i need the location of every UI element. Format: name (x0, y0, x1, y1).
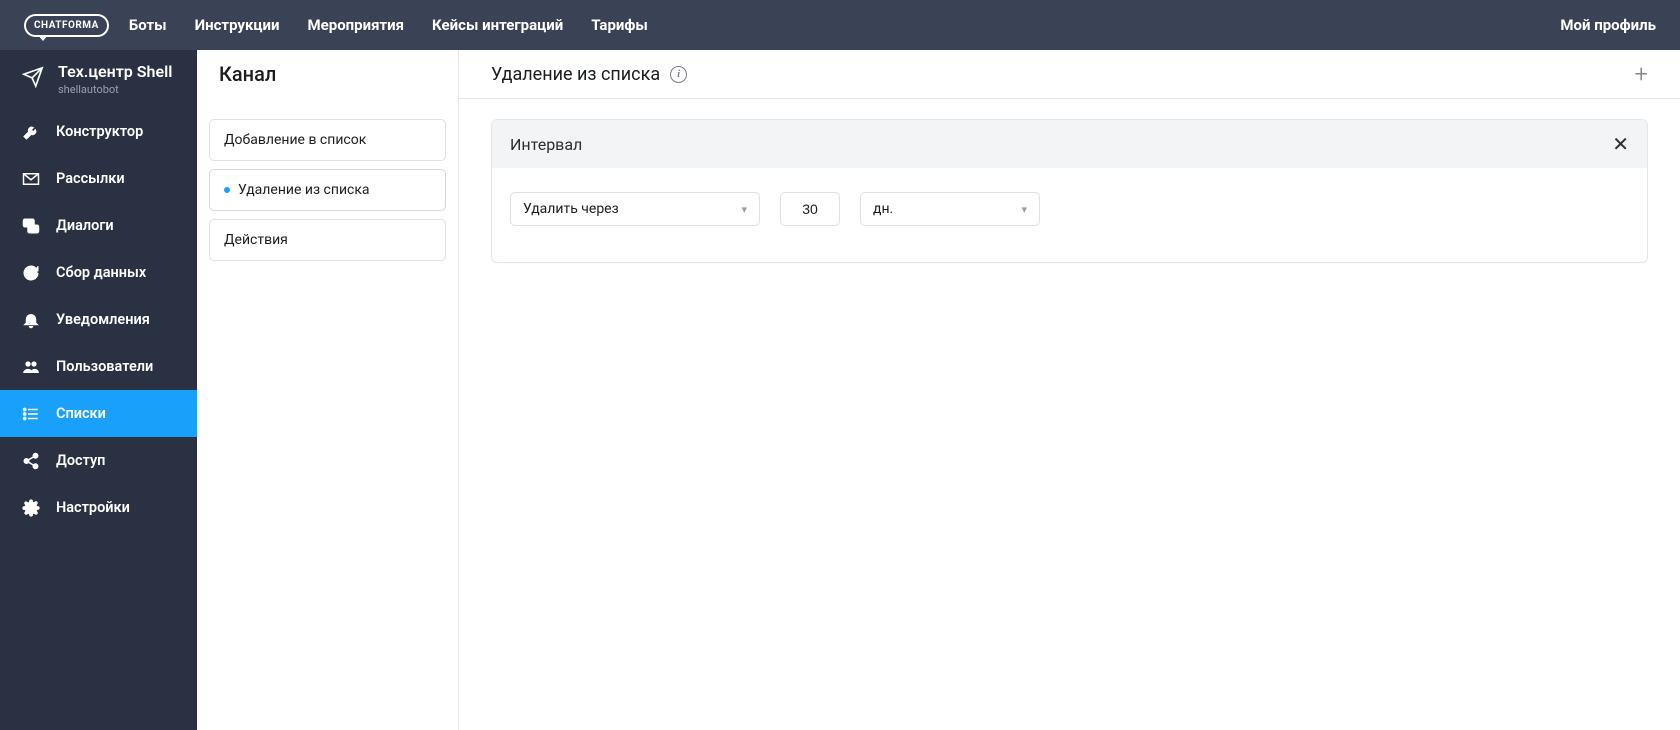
logo[interactable]: CHATFORMA (24, 14, 109, 37)
telegram-icon (22, 66, 44, 92)
gear-icon (22, 499, 40, 517)
bot-sub: shellautobot (58, 83, 172, 96)
share-icon (22, 452, 40, 470)
channel-item-add[interactable]: Добавление в список (209, 119, 446, 161)
mail-icon (22, 170, 40, 188)
sidebar-item-notifications[interactable]: Уведомления (0, 296, 197, 343)
main-header: Удаление из списка i + (459, 50, 1680, 99)
nav-events[interactable]: Мероприятия (308, 16, 405, 34)
channel-item-label: Действия (224, 232, 288, 248)
main-panel: Удаление из списка i + Интервал ✕ Удалит… (459, 50, 1680, 730)
nav-cases[interactable]: Кейсы интеграций (432, 16, 563, 34)
sidebar-item-dialogs[interactable]: Диалоги (0, 202, 197, 249)
sidebar-item-label: Доступ (56, 452, 105, 469)
topnav-links: Боты Инструкции Мероприятия Кейсы интегр… (129, 16, 648, 34)
wrench-icon (22, 123, 40, 141)
sidebar-item-label: Уведомления (56, 311, 150, 328)
list-icon (22, 405, 40, 423)
channel-item-remove[interactable]: Удаление из списка (209, 169, 446, 211)
channel-column: Канал Добавление в список Удаление из сп… (197, 50, 459, 730)
sidebar-item-settings[interactable]: Настройки (0, 484, 197, 531)
chevron-down-icon: ▾ (1021, 203, 1027, 216)
profile-link[interactable]: Мой профиль (1560, 16, 1656, 34)
channel-item-actions[interactable]: Действия (209, 219, 446, 261)
interval-card: Интервал ✕ Удалить через ▾ дн. ▾ (491, 119, 1648, 263)
channel-item-label: Удаление из списка (238, 182, 370, 198)
sidebar: Тех.центр Shell shellautobot Конструктор… (0, 50, 197, 730)
action-select[interactable]: Удалить через ▾ (510, 192, 760, 226)
logo-text: CHATFORMA (24, 14, 109, 37)
chevron-down-icon: ▾ (741, 203, 747, 216)
unit-select-value: дн. (873, 201, 893, 217)
sidebar-item-label: Конструктор (56, 123, 143, 140)
nav-instructions[interactable]: Инструкции (195, 16, 280, 34)
nav-tariffs[interactable]: Тарифы (591, 16, 648, 34)
sidebar-item-label: Диалоги (56, 217, 114, 234)
bot-header[interactable]: Тех.центр Shell shellautobot (0, 50, 197, 108)
add-button[interactable]: + (1634, 60, 1648, 88)
users-icon (22, 358, 40, 376)
chat-icon (22, 217, 40, 235)
sidebar-item-users[interactable]: Пользователи (0, 343, 197, 390)
channel-title: Канал (219, 62, 276, 86)
action-select-value: Удалить через (523, 201, 619, 217)
bot-title: Тех.центр Shell (58, 62, 172, 81)
top-nav: CHATFORMA Боты Инструкции Мероприятия Ке… (0, 0, 1680, 50)
sidebar-item-label: Сбор данных (56, 264, 146, 281)
bell-icon (22, 311, 40, 329)
sidebar-item-constructor[interactable]: Конструктор (0, 108, 197, 155)
channel-item-label: Добавление в список (224, 132, 366, 148)
active-dot-icon (224, 187, 230, 193)
sidebar-item-mailings[interactable]: Рассылки (0, 155, 197, 202)
unit-select[interactable]: дн. ▾ (860, 192, 1040, 226)
page-title: Удаление из списка (491, 64, 660, 85)
info-icon[interactable]: i (670, 66, 687, 83)
sidebar-item-access[interactable]: Доступ (0, 437, 197, 484)
sidebar-item-data[interactable]: Сбор данных (0, 249, 197, 296)
nav-bots[interactable]: Боты (129, 16, 167, 34)
close-icon[interactable]: ✕ (1612, 134, 1629, 154)
sidebar-item-label: Настройки (56, 499, 130, 516)
interval-value-input[interactable] (780, 192, 840, 226)
sidebar-item-label: Списки (56, 405, 106, 422)
sidebar-item-lists[interactable]: Списки (0, 390, 197, 437)
card-title: Интервал (510, 135, 582, 154)
sidebar-item-label: Пользователи (56, 358, 153, 375)
refresh-icon (22, 264, 40, 282)
sidebar-item-label: Рассылки (56, 170, 125, 187)
